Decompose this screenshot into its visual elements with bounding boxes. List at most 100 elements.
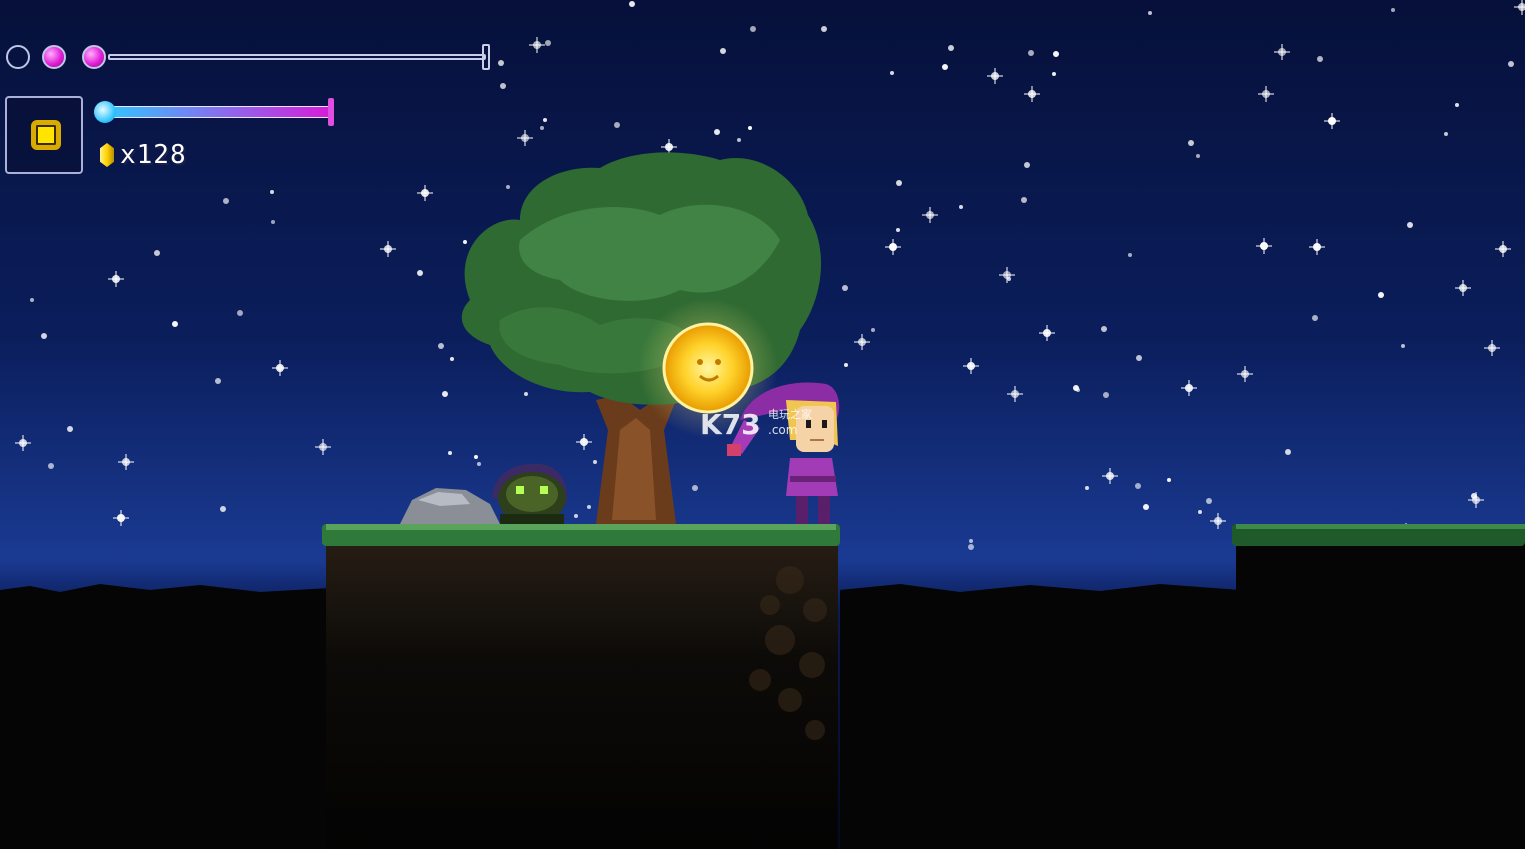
star-sparkle <box>322 439 324 455</box>
star-sparkle <box>929 207 931 223</box>
star <box>1085 486 1089 490</box>
star <box>271 220 275 224</box>
star <box>720 48 726 54</box>
star-sparkle <box>125 454 127 470</box>
star <box>1021 197 1027 203</box>
star <box>1136 355 1142 361</box>
star <box>48 463 54 469</box>
star <box>474 455 478 459</box>
star-sparkle <box>1521 0 1523 15</box>
star <box>1188 140 1194 146</box>
star-sparkle <box>1006 267 1008 283</box>
star <box>448 451 452 455</box>
star <box>959 205 963 209</box>
health-gem-empty <box>6 45 30 69</box>
star-sparkle <box>424 185 426 201</box>
star <box>1073 385 1079 391</box>
star-sparkle <box>1109 468 1111 484</box>
star <box>438 343 444 349</box>
star-sparkle <box>1281 44 1283 60</box>
star <box>896 180 902 186</box>
star-sparkle <box>1265 86 1267 102</box>
star <box>1317 56 1323 62</box>
currency-count: x128 <box>120 140 187 170</box>
star <box>844 363 848 367</box>
star-sparkle <box>1491 340 1493 356</box>
star <box>948 45 954 51</box>
star <box>1028 50 1034 56</box>
star <box>1401 344 1405 348</box>
star <box>821 26 827 32</box>
star-sparkle <box>279 360 281 376</box>
star-sparkle <box>536 37 538 53</box>
star <box>1128 253 1132 257</box>
star <box>215 378 221 384</box>
star <box>1508 61 1514 67</box>
star-sparkle <box>861 334 863 350</box>
yellow-gem-icon <box>100 143 114 167</box>
k73-watermark: K73 电玩之家 .com <box>700 407 812 441</box>
star <box>942 64 948 70</box>
star-sparkle <box>1031 86 1033 102</box>
star-sparkle <box>583 434 585 450</box>
star <box>543 118 547 122</box>
star <box>750 26 756 32</box>
grass-platform-right <box>1232 524 1525 849</box>
star <box>172 321 178 327</box>
star-sparkle <box>22 435 24 451</box>
star <box>41 333 47 339</box>
star <box>968 544 974 550</box>
star <box>500 83 506 89</box>
star <box>969 539 973 543</box>
star <box>1206 498 1212 504</box>
star <box>1391 8 1395 12</box>
star <box>237 310 243 316</box>
star <box>463 240 467 244</box>
coin-icon <box>31 120 61 150</box>
star <box>442 391 448 397</box>
star <box>30 298 34 302</box>
star-sparkle <box>524 130 526 146</box>
star <box>1148 11 1152 15</box>
star <box>1407 222 1413 228</box>
star-sparkle <box>1462 280 1464 296</box>
star <box>540 126 544 130</box>
star <box>748 126 752 130</box>
mana-bar-cap <box>328 98 334 126</box>
star-sparkle <box>994 68 996 84</box>
health-track-line <box>108 54 486 60</box>
svg-text:.com: .com <box>768 423 797 437</box>
star <box>477 462 481 466</box>
star <box>842 285 848 291</box>
star-sparkle <box>1188 380 1190 396</box>
mana-orb-icon <box>94 101 116 123</box>
star <box>629 1 635 7</box>
star <box>1024 162 1030 168</box>
star-sparkle <box>1502 241 1504 257</box>
star <box>1053 51 1059 57</box>
game-scene: K73 电玩之家 .com <box>0 0 1525 849</box>
star <box>1143 504 1149 510</box>
star <box>220 506 226 512</box>
star <box>737 138 741 142</box>
star <box>524 392 528 396</box>
star <box>587 505 591 509</box>
star <box>417 270 423 276</box>
star <box>1167 478 1171 482</box>
star <box>498 60 504 66</box>
star <box>223 198 229 204</box>
star <box>1198 510 1202 514</box>
star-sparkle <box>1014 386 1016 402</box>
star-sparkle <box>1316 239 1318 255</box>
health-gem-track <box>4 40 494 76</box>
star-sparkle <box>120 510 122 526</box>
star <box>1103 392 1109 398</box>
star <box>714 129 720 135</box>
star <box>67 426 73 432</box>
star <box>1101 326 1107 332</box>
hooded-slime-enemy <box>492 463 567 524</box>
svg-text:电玩之家: 电玩之家 <box>768 407 812 421</box>
star-sparkle <box>1475 492 1477 508</box>
star-sparkle <box>115 271 117 287</box>
star <box>593 460 597 464</box>
